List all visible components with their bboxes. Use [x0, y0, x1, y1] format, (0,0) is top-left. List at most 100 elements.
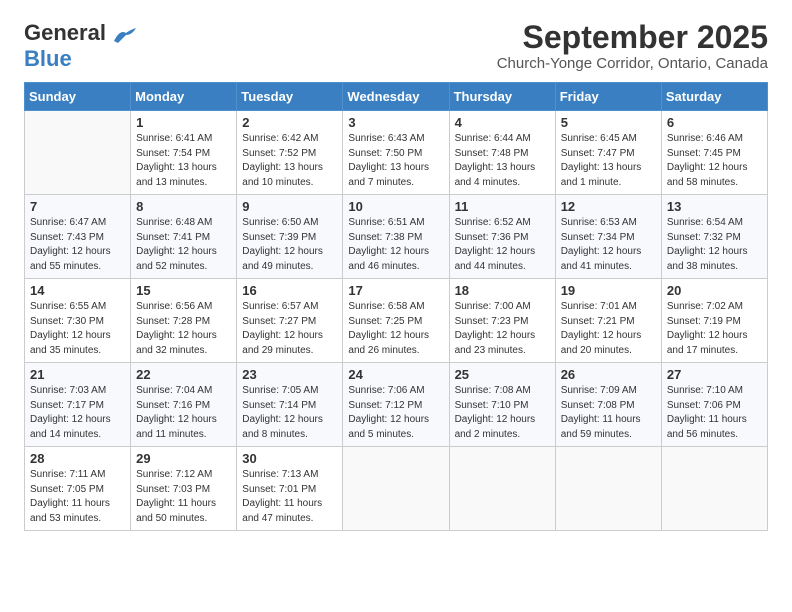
calendar-cell: 6 Sunrise: 6:46 AMSunset: 7:45 PMDaylight…	[661, 111, 767, 195]
day-info: Sunrise: 7:09 AMSunset: 7:08 PMDaylight:…	[561, 384, 656, 442]
day-number: 9	[242, 199, 337, 214]
calendar-cell: 14 Sunrise: 6:55 AMSunset: 7:30 PMDayligh…	[25, 279, 131, 363]
day-info: Sunrise: 7:06 AMSunset: 7:12 PMDaylight:…	[348, 384, 443, 442]
calendar-cell: 8 Sunrise: 6:48 AMSunset: 7:41 PMDaylight…	[131, 195, 237, 279]
calendar-cell: 7 Sunrise: 6:47 AMSunset: 7:43 PMDaylight…	[25, 195, 131, 279]
day-number: 3	[348, 115, 443, 130]
day-number: 19	[561, 283, 656, 298]
calendar-cell: 25 Sunrise: 7:08 AMSunset: 7:10 PMDayligh…	[449, 363, 555, 447]
calendar-cell: 20 Sunrise: 7:02 AMSunset: 7:19 PMDayligh…	[661, 279, 767, 363]
calendar-cell: 18Sunrise: 7:00 AMSunset: 7:23 PMDayligh…	[449, 279, 555, 363]
day-number: 24	[348, 367, 443, 382]
calendar-week-row: 21 Sunrise: 7:03 AMSunset: 7:17 PMDayligh…	[25, 363, 768, 447]
calendar-cell: 27 Sunrise: 7:10 AMSunset: 7:06 PMDayligh…	[661, 363, 767, 447]
calendar-cell: 1Sunrise: 6:41 AMSunset: 7:54 PMDaylight…	[131, 111, 237, 195]
day-number: 21	[30, 367, 125, 382]
day-number: 23	[242, 367, 337, 382]
col-header-wednesday: Wednesday	[343, 83, 449, 111]
day-number: 20	[667, 283, 762, 298]
day-info: Sunrise: 6:44 AMSunset: 7:48 PMDaylight:…	[455, 132, 550, 190]
day-number: 11	[455, 199, 550, 214]
day-info: Sunrise: 6:43 AMSunset: 7:50 PMDaylight:…	[348, 132, 443, 190]
day-number: 4	[455, 115, 550, 130]
calendar-week-row: 1Sunrise: 6:41 AMSunset: 7:54 PMDaylight…	[25, 111, 768, 195]
calendar-week-row: 14 Sunrise: 6:55 AMSunset: 7:30 PMDayligh…	[25, 279, 768, 363]
day-info: Sunrise: 6:54 AMSunset: 7:32 PMDaylight:…	[667, 216, 762, 274]
calendar-cell: 23Sunrise: 7:05 AMSunset: 7:14 PMDayligh…	[237, 363, 343, 447]
day-number: 16	[242, 283, 337, 298]
logo: General Blue	[24, 20, 138, 72]
col-header-tuesday: Tuesday	[237, 83, 343, 111]
calendar-cell: 24 Sunrise: 7:06 AMSunset: 7:12 PMDayligh…	[343, 363, 449, 447]
day-number: 2	[242, 115, 337, 130]
calendar-week-row: 28Sunrise: 7:11 AMSunset: 7:05 PMDayligh…	[25, 447, 768, 531]
day-number: 14	[30, 283, 125, 298]
calendar-cell: 16Sunrise: 6:57 AMSunset: 7:27 PMDayligh…	[237, 279, 343, 363]
calendar-cell	[25, 111, 131, 195]
calendar-cell: 12Sunrise: 6:53 AMSunset: 7:34 PMDayligh…	[555, 195, 661, 279]
logo-bird-icon	[112, 27, 138, 45]
calendar-header-row: SundayMondayTuesdayWednesdayThursdayFrid…	[25, 83, 768, 111]
day-info: Sunrise: 6:50 AMSunset: 7:39 PMDaylight:…	[242, 216, 337, 274]
day-number: 27	[667, 367, 762, 382]
day-info: Sunrise: 7:12 AMSunset: 7:03 PMDaylight:…	[136, 468, 231, 526]
day-info: Sunrise: 6:55 AMSunset: 7:30 PMDaylight:…	[30, 300, 125, 358]
day-info: Sunrise: 6:52 AMSunset: 7:36 PMDaylight:…	[455, 216, 550, 274]
calendar-cell: 15Sunrise: 6:56 AMSunset: 7:28 PMDayligh…	[131, 279, 237, 363]
calendar-cell: 13 Sunrise: 6:54 AMSunset: 7:32 PMDayligh…	[661, 195, 767, 279]
col-header-sunday: Sunday	[25, 83, 131, 111]
col-header-friday: Friday	[555, 83, 661, 111]
calendar-cell: 26 Sunrise: 7:09 AMSunset: 7:08 PMDayligh…	[555, 363, 661, 447]
day-info: Sunrise: 7:10 AMSunset: 7:06 PMDaylight:…	[667, 384, 762, 442]
calendar-cell: 22Sunrise: 7:04 AMSunset: 7:16 PMDayligh…	[131, 363, 237, 447]
calendar-cell: 29Sunrise: 7:12 AMSunset: 7:03 PMDayligh…	[131, 447, 237, 531]
col-header-monday: Monday	[131, 83, 237, 111]
calendar-cell: 30 Sunrise: 7:13 AMSunset: 7:01 PMDayligh…	[237, 447, 343, 531]
day-number: 25	[455, 367, 550, 382]
day-number: 18	[455, 283, 550, 298]
day-info: Sunrise: 7:08 AMSunset: 7:10 PMDaylight:…	[455, 384, 550, 442]
day-number: 1	[136, 115, 231, 130]
day-info: Sunrise: 6:58 AMSunset: 7:25 PMDaylight:…	[348, 300, 443, 358]
calendar-cell: 11 Sunrise: 6:52 AMSunset: 7:36 PMDayligh…	[449, 195, 555, 279]
col-header-thursday: Thursday	[449, 83, 555, 111]
day-info: Sunrise: 6:47 AMSunset: 7:43 PMDaylight:…	[30, 216, 125, 274]
day-info: Sunrise: 6:46 AMSunset: 7:45 PMDaylight:…	[667, 132, 762, 190]
logo-text: General	[24, 20, 138, 46]
day-number: 6	[667, 115, 762, 130]
day-number: 26	[561, 367, 656, 382]
day-number: 8	[136, 199, 231, 214]
day-info: Sunrise: 7:02 AMSunset: 7:19 PMDaylight:…	[667, 300, 762, 358]
calendar-cell: 21 Sunrise: 7:03 AMSunset: 7:17 PMDayligh…	[25, 363, 131, 447]
day-info: Sunrise: 7:01 AMSunset: 7:21 PMDaylight:…	[561, 300, 656, 358]
calendar-cell	[343, 447, 449, 531]
calendar-cell	[449, 447, 555, 531]
day-info: Sunrise: 7:03 AMSunset: 7:17 PMDaylight:…	[30, 384, 125, 442]
col-header-saturday: Saturday	[661, 83, 767, 111]
day-number: 13	[667, 199, 762, 214]
day-number: 30	[242, 451, 337, 466]
calendar-table: SundayMondayTuesdayWednesdayThursdayFrid…	[24, 82, 768, 531]
calendar-cell	[555, 447, 661, 531]
day-info: Sunrise: 6:45 AMSunset: 7:47 PMDaylight:…	[561, 132, 656, 190]
logo-bottom-text: Blue	[24, 46, 72, 72]
calendar-cell: 19 Sunrise: 7:01 AMSunset: 7:21 PMDayligh…	[555, 279, 661, 363]
day-info: Sunrise: 6:48 AMSunset: 7:41 PMDaylight:…	[136, 216, 231, 274]
calendar-cell: 28Sunrise: 7:11 AMSunset: 7:05 PMDayligh…	[25, 447, 131, 531]
day-info: Sunrise: 7:13 AMSunset: 7:01 PMDaylight:…	[242, 468, 337, 526]
calendar-cell	[661, 447, 767, 531]
calendar-cell: 2 Sunrise: 6:42 AMSunset: 7:52 PMDaylight…	[237, 111, 343, 195]
day-info: Sunrise: 7:04 AMSunset: 7:16 PMDaylight:…	[136, 384, 231, 442]
day-number: 7	[30, 199, 125, 214]
calendar-cell: 5Sunrise: 6:45 AMSunset: 7:47 PMDaylight…	[555, 111, 661, 195]
page-title: September 2025	[497, 20, 768, 55]
calendar-cell: 9 Sunrise: 6:50 AMSunset: 7:39 PMDaylight…	[237, 195, 343, 279]
calendar-cell: 17Sunrise: 6:58 AMSunset: 7:25 PMDayligh…	[343, 279, 449, 363]
title-area: September 2025 Church-Yonge Corridor, On…	[497, 20, 768, 72]
calendar-cell: 3 Sunrise: 6:43 AMSunset: 7:50 PMDaylight…	[343, 111, 449, 195]
page-subtitle: Church-Yonge Corridor, Ontario, Canada	[497, 55, 768, 72]
day-info: Sunrise: 6:53 AMSunset: 7:34 PMDaylight:…	[561, 216, 656, 274]
header: General Blue September 2025 Church-Yonge…	[24, 20, 768, 72]
day-number: 15	[136, 283, 231, 298]
day-info: Sunrise: 6:42 AMSunset: 7:52 PMDaylight:…	[242, 132, 337, 190]
